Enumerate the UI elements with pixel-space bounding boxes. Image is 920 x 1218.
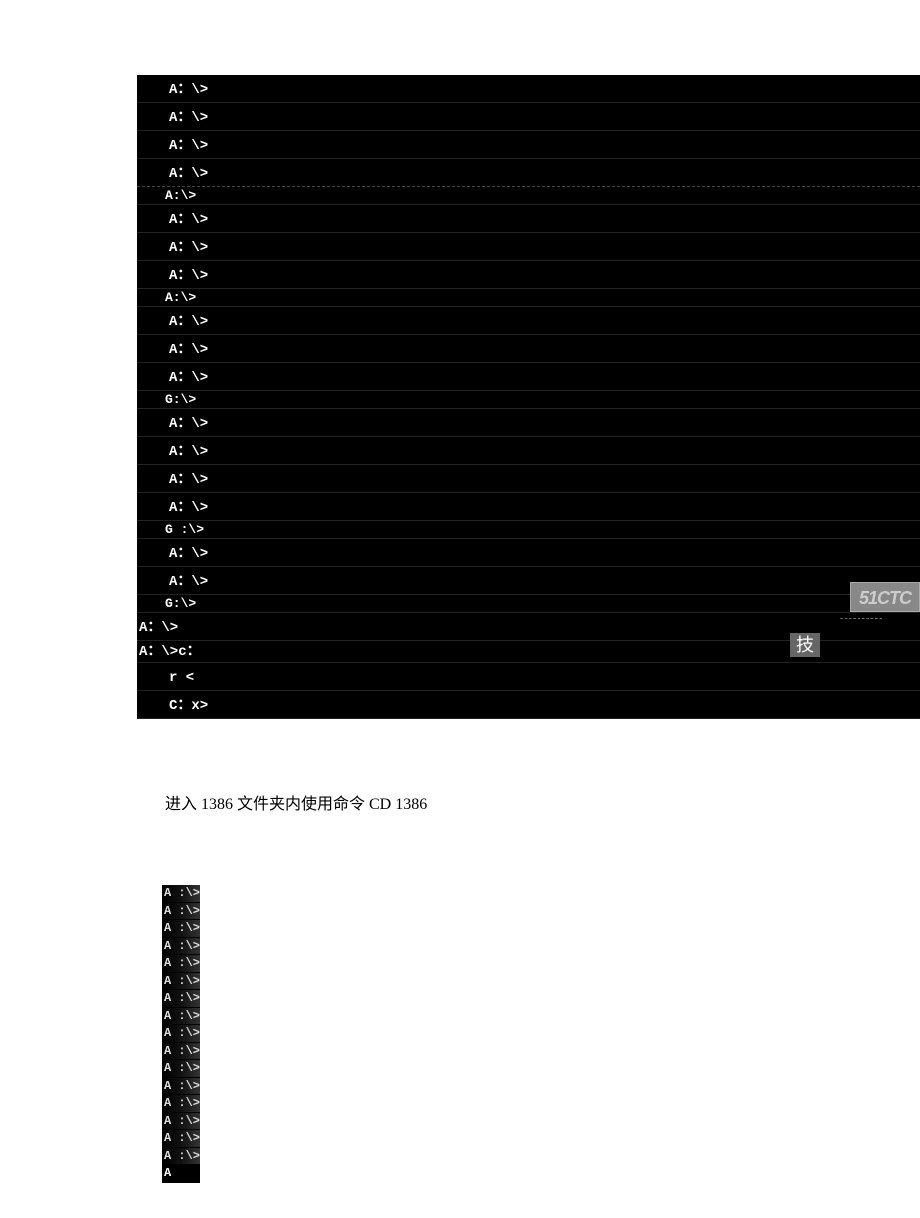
prompt-line: G:\> [137, 391, 920, 409]
prompt-line: A：\> [137, 437, 920, 465]
tech-badge: 技 [790, 633, 820, 657]
prompt-line: A：\> [137, 131, 920, 159]
prompt-line: A：\> [137, 465, 920, 493]
prompt-line: A：\> [137, 103, 920, 131]
prompt-line: A:\> [137, 187, 920, 205]
prompt-line: A :\> [162, 990, 200, 1008]
prompt-line: A：\> [137, 409, 920, 437]
prompt-line: A：\> [137, 233, 920, 261]
prompt-line: A：\> [137, 159, 920, 187]
prompt-line: G :\> [137, 521, 920, 539]
prompt-line: A :\> [162, 1043, 200, 1061]
prompt-line: A：\> [137, 567, 920, 595]
instruction-text: 进入 1386 文件夹内使用命令 CD 1386 [165, 790, 427, 814]
terminal-window-2: A :\>A :\>A :\>A :\>A :\>A :\>A :\>A :\>… [162, 885, 200, 1183]
prompt-line: A：\> [137, 261, 920, 289]
prompt-line: A：\> [137, 539, 920, 567]
prompt-line: C：x> [137, 691, 920, 719]
prompt-line: A :\> [162, 1130, 200, 1148]
prompt-line: A：\> [137, 75, 920, 103]
prompt-line: r < [137, 663, 920, 691]
prompt-line: A :\> [162, 1078, 200, 1096]
prompt-line: A :\> [162, 1113, 200, 1131]
prompt-line: A：\> [137, 205, 920, 233]
prompt-line: A :\> [162, 1060, 200, 1078]
prompt-line: A :\> [162, 955, 200, 973]
prompt-line: A :\> [162, 885, 200, 903]
watermark-logo: 51CTC [850, 582, 920, 612]
prompt-line: A :\> [162, 1095, 200, 1113]
prompt-line: A：\> [137, 363, 920, 391]
prompt-line: A：\> [137, 335, 920, 363]
dash-divider: ---------- [840, 613, 920, 624]
prompt-line: A :\> [162, 973, 200, 991]
prompt-line: A :\>c : [162, 1165, 200, 1183]
terminal-window-1: A：\>A：\>A：\>A：\>A:\>A：\>A：\>A：\>A:\>A：\>… [137, 75, 920, 719]
prompt-line: A :\> [162, 1148, 200, 1166]
prompt-line: A：\> [137, 493, 920, 521]
prompt-line: A :\> [162, 938, 200, 956]
prompt-line: A :\> [162, 903, 200, 921]
prompt-line: A :\> [162, 920, 200, 938]
prompt-line: A：\> [137, 307, 920, 335]
prompt-line: A :\> [162, 1025, 200, 1043]
prompt-line: A :\> [162, 1008, 200, 1026]
prompt-line: A:\> [137, 289, 920, 307]
prompt-line: G:\> [137, 595, 920, 613]
